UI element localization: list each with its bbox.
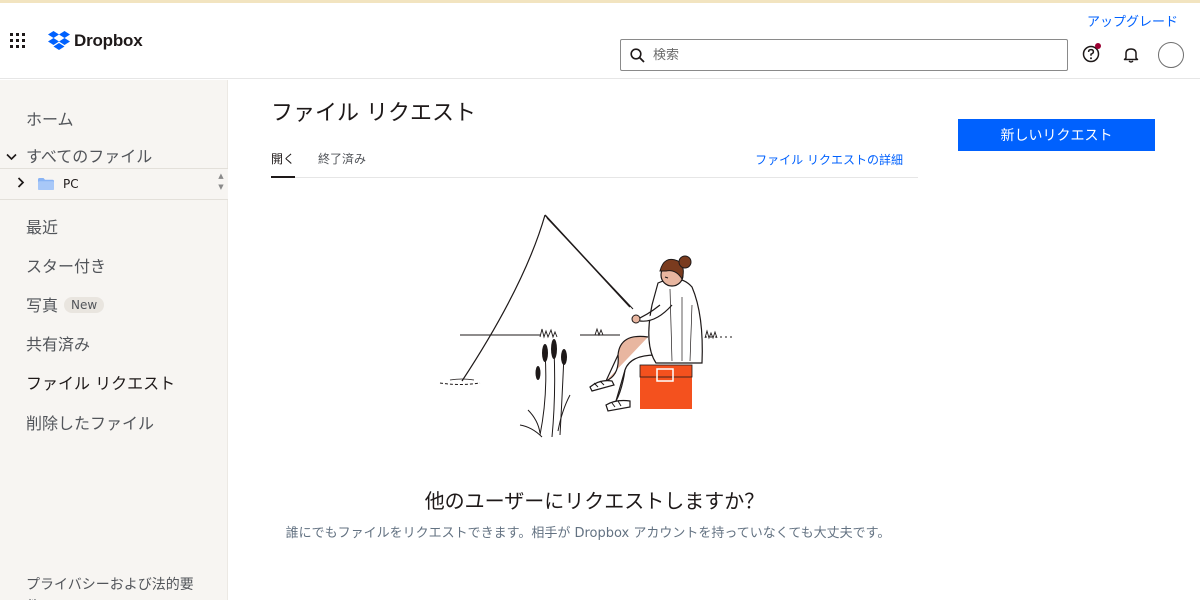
- folder-tree: PC ▲ ▼: [0, 168, 228, 200]
- search-icon: [621, 40, 653, 70]
- new-badge: New: [64, 297, 105, 313]
- chevron-down-icon[interactable]: [6, 150, 17, 165]
- file-request-details-link[interactable]: ファイル リクエストの詳細: [755, 151, 903, 168]
- avatar[interactable]: [1158, 42, 1184, 68]
- search-box[interactable]: [620, 39, 1068, 71]
- sidebar: ホーム すべてのファイル PC ▲ ▼ 最近 スター付き 写真 New 共有済み フ…: [0, 80, 228, 600]
- request-tabs: 開く 終了済み ファイル リクエストの詳細: [271, 148, 918, 178]
- sidebar-item-home[interactable]: ホーム: [26, 106, 74, 130]
- sidebar-item-label: 写真: [26, 296, 59, 315]
- privacy-legal-link[interactable]: プライバシーおよび法的要件: [26, 574, 206, 600]
- sidebar-item-shared[interactable]: 共有済み: [26, 331, 90, 355]
- empty-state-title: 他のユーザーにリクエストしますか？: [424, 489, 765, 513]
- chevron-right-icon[interactable]: [17, 177, 25, 191]
- upgrade-link[interactable]: アップグレード: [1087, 11, 1178, 30]
- sidebar-item-starred[interactable]: スター付き: [26, 253, 106, 277]
- tree-scrollbar[interactable]: ▲ ▼: [217, 171, 225, 197]
- apps-grid-icon[interactable]: [10, 33, 26, 49]
- app-name: Dropbox: [74, 31, 143, 50]
- dropbox-logo-icon: [48, 31, 70, 50]
- new-request-button[interactable]: 新しいリクエスト: [958, 119, 1155, 151]
- folder-icon: [38, 178, 54, 190]
- notification-dot: [1095, 43, 1101, 49]
- tab-closed[interactable]: 終了済み: [318, 150, 366, 176]
- tab-open[interactable]: 開く: [271, 150, 296, 178]
- sidebar-item-recent[interactable]: 最近: [26, 214, 58, 238]
- sidebar-item-file-requests[interactable]: ファイル リクエスト: [26, 370, 175, 394]
- sidebar-item-all-files[interactable]: すべてのファイル: [26, 143, 152, 167]
- tree-item-pc[interactable]: PC: [63, 177, 79, 191]
- sidebar-item-photos[interactable]: 写真 New: [26, 292, 105, 316]
- fishing-illustration: [439, 214, 735, 438]
- notifications-button[interactable]: [1120, 43, 1142, 65]
- bell-icon: [1123, 47, 1139, 63]
- page-title: ファイル リクエスト: [271, 101, 476, 126]
- help-button[interactable]: [1080, 43, 1102, 65]
- search-input[interactable]: [653, 47, 1053, 63]
- dropbox-logo[interactable]: Dropbox: [48, 31, 143, 51]
- sidebar-item-deleted-files[interactable]: 削除したファイル: [26, 410, 154, 434]
- top-bar: Dropbox アップグレード: [0, 3, 1200, 79]
- empty-state-text: 誰にでもファイルをリクエストできます。相手が Dropbox アカウントを持って…: [285, 526, 891, 541]
